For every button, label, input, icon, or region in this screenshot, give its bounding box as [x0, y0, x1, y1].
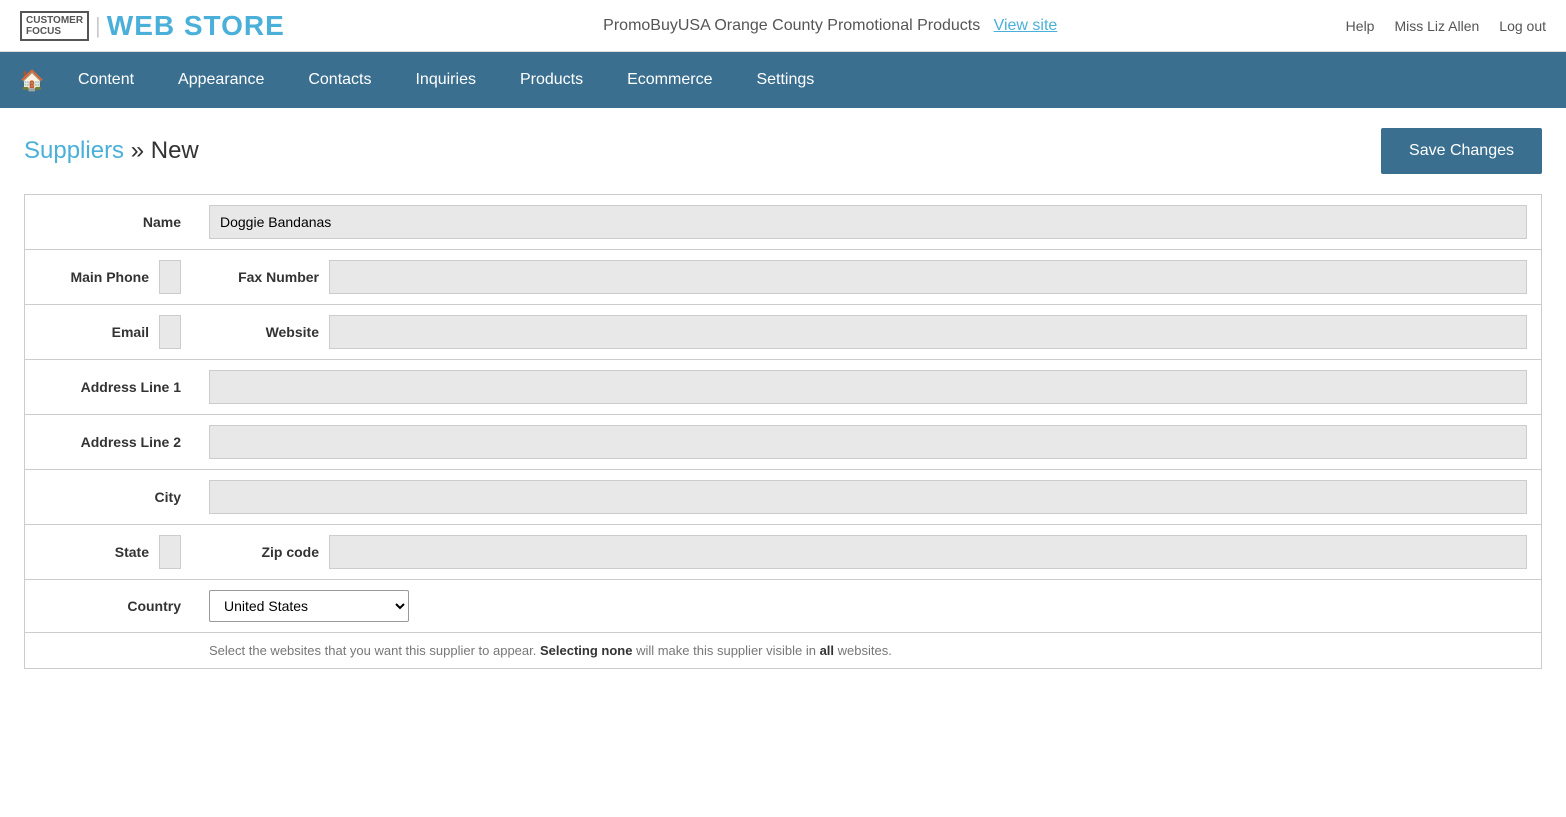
addr1-input[interactable] — [209, 370, 1527, 404]
country-label: Country — [25, 580, 196, 633]
nav-item-products[interactable]: Products — [498, 52, 605, 108]
name-row: Name — [25, 195, 1542, 250]
addr1-label: Address Line 1 — [25, 360, 196, 415]
nav-item-inquiries[interactable]: Inquiries — [393, 52, 497, 108]
main-phone-input[interactable] — [159, 260, 181, 294]
nav-item-ecommerce[interactable]: Ecommerce — [605, 52, 734, 108]
footer-note-label-cell — [25, 633, 196, 669]
addr2-cell — [195, 415, 1542, 470]
supplier-form: Name Main Phone Fax Number — [24, 194, 1542, 669]
addr1-cell — [195, 360, 1542, 415]
city-input[interactable] — [209, 480, 1527, 514]
user-name: Miss Liz Allen — [1394, 18, 1479, 34]
addr2-input[interactable] — [209, 425, 1527, 459]
main-phone-label: Main Phone — [39, 269, 159, 285]
state-zip-row: State Zip code — [25, 525, 1542, 580]
website-cell: Website — [195, 305, 1542, 360]
fax-input[interactable] — [329, 260, 1527, 294]
city-row: City — [25, 470, 1542, 525]
logout-link[interactable]: Log out — [1499, 18, 1546, 34]
country-select[interactable]: United States Canada United Kingdom Aust… — [209, 590, 409, 622]
name-cell — [195, 195, 1542, 250]
footer-note-cell: Select the websites that you want this s… — [195, 633, 1542, 669]
website-label: Website — [209, 324, 329, 340]
city-label: City — [25, 470, 196, 525]
name-input[interactable] — [209, 205, 1527, 239]
email-input[interactable] — [159, 315, 181, 349]
addr2-row: Address Line 2 — [25, 415, 1542, 470]
save-changes-button[interactable]: Save Changes — [1381, 128, 1542, 174]
view-site-link[interactable]: View site — [994, 17, 1058, 34]
nav-item-settings[interactable]: Settings — [734, 52, 836, 108]
addr2-label: Address Line 2 — [25, 415, 196, 470]
nav-item-appearance[interactable]: Appearance — [156, 52, 286, 108]
breadcrumb-separator: » — [131, 137, 151, 164]
nav-item-contacts[interactable]: Contacts — [286, 52, 393, 108]
site-title: PromoBuyUSA Orange County Promotional Pr… — [315, 17, 1346, 35]
country-cell: United States Canada United Kingdom Aust… — [195, 580, 1542, 633]
logo-webstore-text: WEB STORE — [107, 10, 285, 42]
site-name-text: PromoBuyUSA Orange County Promotional Pr… — [603, 17, 980, 34]
state-cell: State — [25, 525, 196, 580]
fax-label: Fax Number — [209, 269, 329, 285]
zip-input[interactable] — [329, 535, 1527, 569]
state-input[interactable] — [159, 535, 181, 569]
addr1-row: Address Line 1 — [25, 360, 1542, 415]
main-nav: 🏠 Content Appearance Contacts Inquiries … — [0, 52, 1566, 108]
footer-note-row: Select the websites that you want this s… — [25, 633, 1542, 669]
breadcrumb-current: New — [151, 137, 199, 164]
country-row: Country United States Canada United King… — [25, 580, 1542, 633]
fax-cell: Fax Number — [195, 250, 1542, 305]
header-actions: Help Miss Liz Allen Log out — [1346, 18, 1546, 34]
suppliers-breadcrumb-link[interactable]: Suppliers — [24, 137, 124, 164]
email-website-row: Email Website — [25, 305, 1542, 360]
nav-home-icon[interactable]: 🏠 — [8, 52, 56, 108]
page-title: Suppliers » New — [24, 137, 199, 165]
logo-customer-text: CUSTOMERFOCUS — [20, 11, 89, 41]
logo: CUSTOMERFOCUS | WEB STORE — [20, 10, 285, 42]
help-link[interactable]: Help — [1346, 18, 1375, 34]
name-label: Name — [25, 195, 196, 250]
phone-cell: Main Phone — [25, 250, 196, 305]
zip-cell: Zip code — [195, 525, 1542, 580]
email-cell: Email — [25, 305, 196, 360]
phone-fax-row: Main Phone Fax Number — [25, 250, 1542, 305]
city-cell — [195, 470, 1542, 525]
website-input[interactable] — [329, 315, 1527, 349]
nav-item-content[interactable]: Content — [56, 52, 156, 108]
state-label: State — [39, 544, 159, 560]
zip-label: Zip code — [209, 544, 329, 560]
email-label: Email — [39, 324, 159, 340]
